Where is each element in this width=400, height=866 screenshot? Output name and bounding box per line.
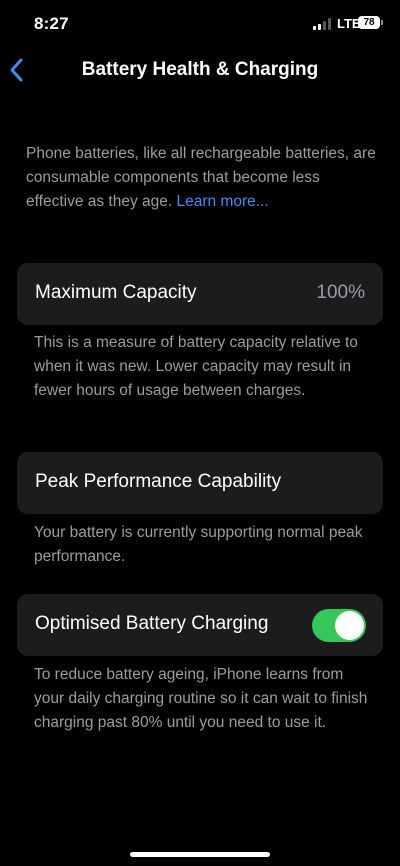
peak-performance-label: Peak Performance Capability: [35, 471, 282, 492]
optimised-charging-footer: To reduce battery ageing, iPhone learns …: [34, 666, 368, 731]
intro-description: Phone batteries, like all rechargeable b…: [26, 142, 376, 214]
peak-performance-footer: Your battery is currently supporting nor…: [34, 524, 363, 565]
battery-icon: 78: [358, 16, 380, 29]
learn-more-link[interactable]: Learn more...: [177, 193, 269, 210]
status-time: 8:27: [34, 14, 69, 33]
toggle-knob: [335, 611, 364, 640]
battery-nub: [381, 20, 383, 25]
maximum-capacity-label: Maximum Capacity: [35, 282, 197, 303]
status-bar: 8:27 LTE 78: [0, 0, 400, 48]
maximum-capacity-footer: This is a measure of battery capacity re…: [34, 334, 358, 399]
optimised-charging-label: Optimised Battery Charging: [35, 613, 269, 634]
optimised-charging-toggle[interactable]: [312, 609, 366, 642]
peak-performance-row: Peak Performance Capability: [17, 452, 383, 514]
navigation-bar: Battery Health & Charging: [0, 48, 400, 92]
maximum-capacity-row: Maximum Capacity 100%: [17, 263, 383, 325]
cellular-signal-icon: [313, 18, 333, 30]
optimised-charging-row: Optimised Battery Charging: [17, 594, 383, 656]
maximum-capacity-value: 100%: [316, 282, 365, 303]
home-indicator[interactable]: [130, 852, 270, 857]
page-title: Battery Health & Charging: [81, 59, 319, 80]
